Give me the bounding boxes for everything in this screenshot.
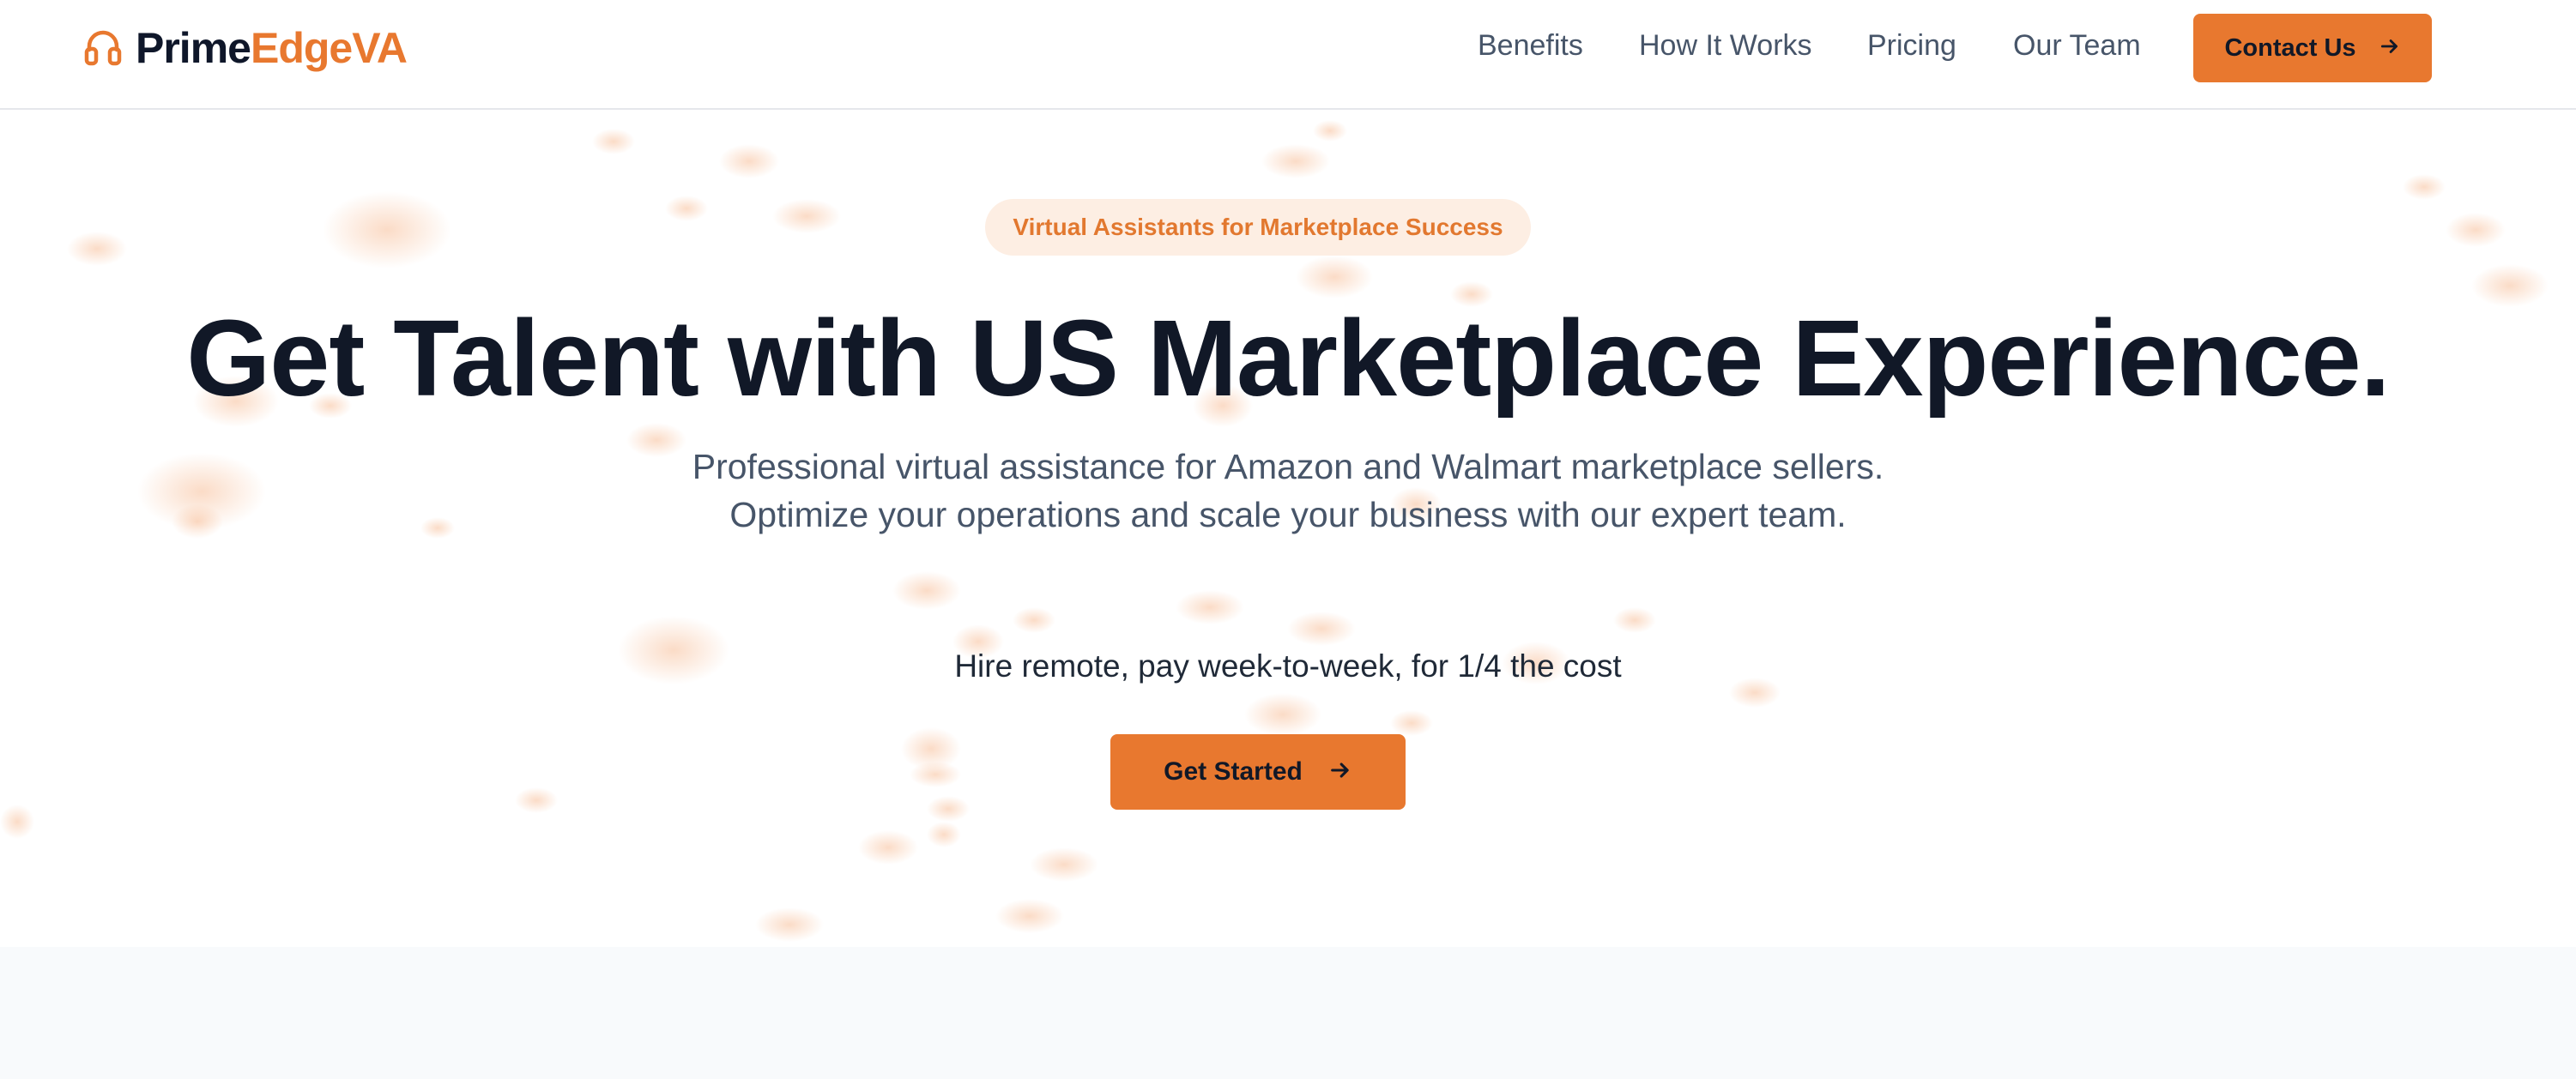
site-header: PrimeEdgeVA Benefits How It Works Pricin…: [0, 0, 2576, 110]
contact-us-label: Contact Us: [2224, 33, 2356, 62]
hero-description: Professional virtual assistance for Amaz…: [692, 447, 1884, 534]
get-started-button[interactable]: Get Started: [1110, 734, 1406, 810]
brand-name-part2: EdgeVA: [250, 24, 408, 72]
get-started-label: Get Started: [1164, 757, 1303, 786]
hero-badge-text: Virtual Assistants for Marketplace Succe…: [1013, 214, 1503, 240]
nav-link-benefits[interactable]: Benefits: [1478, 29, 1583, 63]
contact-us-button[interactable]: Contact Us: [2193, 14, 2432, 82]
brand-name: PrimeEdgeVA: [136, 23, 408, 73]
nav-link-our-team[interactable]: Our Team: [2013, 29, 2141, 63]
headset-icon: [84, 27, 122, 69]
arrow-right-icon: [2379, 35, 2401, 62]
hero-tagline: Hire remote, pay week-to-week, for 1/4 t…: [954, 648, 1622, 684]
brand-logo[interactable]: PrimeEdgeVA: [84, 22, 408, 74]
hero-headline: Get Talent with US Marketplace Experienc…: [186, 298, 2391, 419]
nav-link-pricing[interactable]: Pricing: [1867, 29, 1956, 63]
nav-link-how-it-works[interactable]: How It Works: [1639, 29, 1812, 63]
next-section: [0, 947, 2576, 1079]
brand-name-part1: Prime: [136, 24, 251, 72]
arrow-right-icon: [1328, 758, 1352, 787]
hero-section: Virtual Assistants for Marketplace Succe…: [0, 110, 2576, 947]
hero-badge: Virtual Assistants for Marketplace Succe…: [985, 199, 1531, 256]
